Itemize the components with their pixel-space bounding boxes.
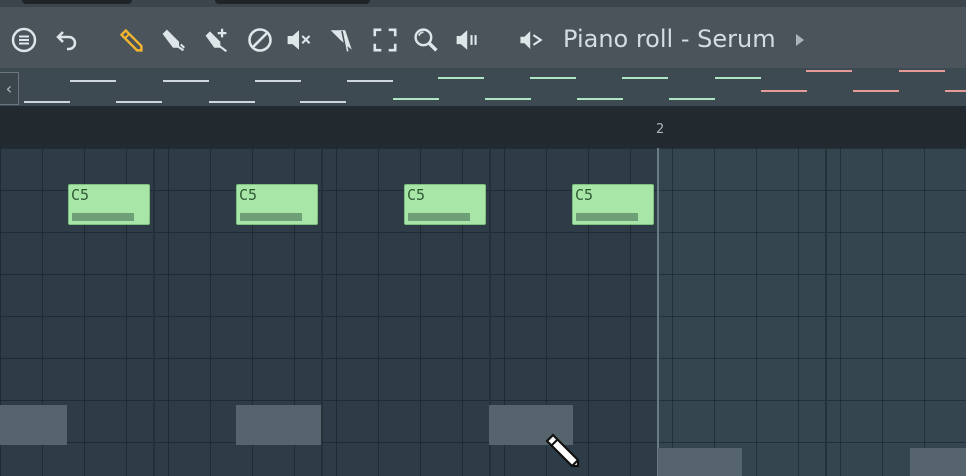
beat-line — [825, 148, 827, 476]
speaker-icon[interactable] — [518, 27, 544, 53]
window-tab[interactable] — [22, 0, 132, 4]
note-overview-strip[interactable]: ‹ — [0, 68, 966, 106]
note-c5[interactable]: C5 — [236, 184, 318, 225]
paint-icon[interactable] — [160, 27, 186, 53]
bar-line — [657, 148, 659, 476]
note-c5[interactable]: C5 — [572, 184, 654, 225]
note-grid[interactable]: C5 C5 C5 C5 — [0, 148, 966, 476]
paint-add-icon[interactable] — [203, 27, 229, 53]
beat-line — [153, 148, 155, 476]
window-tab[interactable] — [215, 0, 370, 4]
ghost-note — [0, 405, 67, 445]
slice-icon[interactable] — [329, 27, 355, 53]
note-c5[interactable]: C5 — [404, 184, 486, 225]
ghost-note — [658, 448, 742, 476]
note-label: C5 — [575, 186, 594, 204]
velocity-bar — [408, 213, 470, 221]
menu-icon[interactable] — [11, 27, 37, 53]
chevron-right-icon[interactable] — [795, 33, 805, 47]
top-sliver — [0, 0, 966, 7]
timeline-ruler[interactable]: 2 — [0, 106, 966, 149]
piano-roll-toolbar: Piano roll - Serum — [0, 7, 966, 68]
select-icon[interactable] — [372, 27, 398, 53]
note-label: C5 — [71, 186, 90, 204]
note-label: C5 — [407, 186, 426, 204]
delete-icon[interactable] — [247, 27, 273, 53]
mute-icon[interactable] — [286, 27, 312, 53]
velocity-bar — [72, 213, 134, 221]
ghost-note — [910, 448, 966, 476]
ghost-note — [236, 405, 321, 445]
beat-line — [321, 148, 323, 476]
pencil-cursor-icon — [545, 433, 580, 468]
playback-icon[interactable] — [455, 27, 481, 53]
scroll-left-icon[interactable]: ‹ — [0, 72, 19, 105]
zoom-icon[interactable] — [413, 27, 439, 53]
bar-number: 2 — [656, 122, 665, 137]
window-title: Piano roll - Serum — [563, 25, 776, 53]
velocity-bar — [576, 213, 638, 221]
pencil-icon[interactable] — [118, 27, 144, 53]
note-label: C5 — [239, 186, 258, 204]
undo-icon[interactable] — [55, 27, 81, 53]
velocity-bar — [240, 213, 302, 221]
note-c5[interactable]: C5 — [68, 184, 150, 225]
